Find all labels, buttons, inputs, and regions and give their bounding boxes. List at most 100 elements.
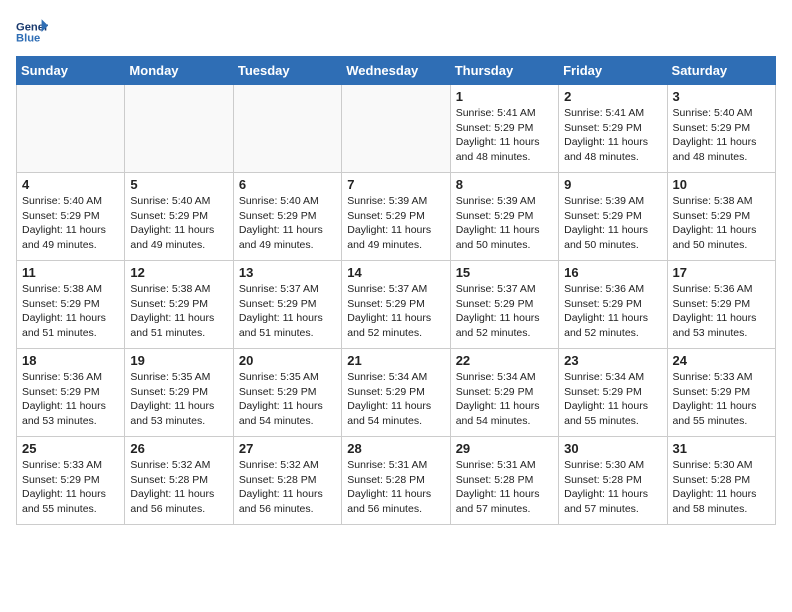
day-number: 14 bbox=[347, 265, 444, 280]
calendar-cell: 3 Sunrise: 5:40 AM Sunset: 5:29 PM Daylig… bbox=[667, 85, 775, 173]
calendar-cell: 11Sunrise: 5:38 AM Sunset: 5:29 PM Dayli… bbox=[17, 261, 125, 349]
calendar-cell bbox=[17, 85, 125, 173]
day-number: 20 bbox=[239, 353, 336, 368]
calendar-cell: 29Sunrise: 5:31 AM Sunset: 5:28 PM Dayli… bbox=[450, 437, 558, 525]
calendar-cell: 14 Sunrise: 5:37 AM Sunset: 5:29 PM Dayli… bbox=[342, 261, 450, 349]
cell-info: Sunrise: 5:33 AM Sunset: 5:29 PM Dayligh… bbox=[22, 458, 119, 517]
day-number: 28 bbox=[347, 441, 444, 456]
cell-info: Sunrise: 5:34 AM Sunset: 5:29 PM Dayligh… bbox=[347, 370, 444, 429]
weekday-header: Monday bbox=[125, 57, 233, 85]
day-number: 17 bbox=[673, 265, 770, 280]
day-number: 15 bbox=[456, 265, 553, 280]
calendar-cell: 25 Sunrise: 5:33 AM Sunset: 5:29 PM Dayli… bbox=[17, 437, 125, 525]
cell-info: Sunrise: 5:35 AM Sunset: 5:29 PM Dayligh… bbox=[130, 370, 227, 429]
calendar-cell: 23 Sunrise: 5:34 AM Sunset: 5:29 PM Dayli… bbox=[559, 349, 667, 437]
calendar-cell: 20 Sunrise: 5:35 AM Sunset: 5:29 PM Dayli… bbox=[233, 349, 341, 437]
cell-info: Sunrise: 5:30 AM Sunset: 5:28 PM Dayligh… bbox=[673, 458, 770, 517]
day-number: 30 bbox=[564, 441, 661, 456]
weekday-header: Sunday bbox=[17, 57, 125, 85]
calendar-cell: 31 Sunrise: 5:30 AM Sunset: 5:28 PM Dayli… bbox=[667, 437, 775, 525]
calendar-cell: 30 Sunrise: 5:30 AM Sunset: 5:28 PM Dayli… bbox=[559, 437, 667, 525]
svg-text:Blue: Blue bbox=[16, 33, 40, 45]
calendar-cell bbox=[125, 85, 233, 173]
calendar-cell: 8 Sunrise: 5:39 AM Sunset: 5:29 PM Daylig… bbox=[450, 173, 558, 261]
cell-info: Sunrise: 5:39 AM Sunset: 5:29 PM Dayligh… bbox=[564, 194, 661, 253]
day-number: 23 bbox=[564, 353, 661, 368]
cell-info: Sunrise: 5:39 AM Sunset: 5:29 PM Dayligh… bbox=[347, 194, 444, 253]
page-header: General Blue bbox=[16, 16, 776, 48]
calendar-cell: 18Sunrise: 5:36 AM Sunset: 5:29 PM Dayli… bbox=[17, 349, 125, 437]
calendar-week-row: 1 Sunrise: 5:41 AM Sunset: 5:29 PM Daylig… bbox=[17, 85, 776, 173]
weekday-header: Saturday bbox=[667, 57, 775, 85]
calendar-cell: 22 Sunrise: 5:34 AM Sunset: 5:29 PM Dayli… bbox=[450, 349, 558, 437]
cell-info: Sunrise: 5:34 AM Sunset: 5:29 PM Dayligh… bbox=[456, 370, 553, 429]
calendar-cell: 5 Sunrise: 5:40 AM Sunset: 5:29 PM Daylig… bbox=[125, 173, 233, 261]
calendar-cell: 10 Sunrise: 5:38 AM Sunset: 5:29 PM Dayli… bbox=[667, 173, 775, 261]
day-number: 27 bbox=[239, 441, 336, 456]
day-number: 3 bbox=[673, 89, 770, 104]
day-number: 7 bbox=[347, 177, 444, 192]
day-number: 8 bbox=[456, 177, 553, 192]
day-number: 22 bbox=[456, 353, 553, 368]
calendar-cell: 19 Sunrise: 5:35 AM Sunset: 5:29 PM Dayli… bbox=[125, 349, 233, 437]
cell-info: Sunrise: 5:35 AM Sunset: 5:29 PM Dayligh… bbox=[239, 370, 336, 429]
calendar-cell: 16 Sunrise: 5:36 AM Sunset: 5:29 PM Dayli… bbox=[559, 261, 667, 349]
logo-icon: General Blue bbox=[16, 16, 48, 48]
weekday-header: Friday bbox=[559, 57, 667, 85]
logo: General Blue bbox=[16, 16, 48, 48]
day-number: 1 bbox=[456, 89, 553, 104]
cell-info: Sunrise: 5:41 AM Sunset: 5:29 PM Dayligh… bbox=[456, 106, 553, 165]
cell-info: Sunrise: 5:37 AM Sunset: 5:29 PM Dayligh… bbox=[347, 282, 444, 341]
cell-info: Sunrise: 5:38 AM Sunset: 5:29 PM Dayligh… bbox=[22, 282, 119, 341]
day-number: 19 bbox=[130, 353, 227, 368]
calendar-cell bbox=[342, 85, 450, 173]
cell-info: Sunrise: 5:36 AM Sunset: 5:29 PM Dayligh… bbox=[564, 282, 661, 341]
calendar-cell: 1 Sunrise: 5:41 AM Sunset: 5:29 PM Daylig… bbox=[450, 85, 558, 173]
cell-info: Sunrise: 5:30 AM Sunset: 5:28 PM Dayligh… bbox=[564, 458, 661, 517]
calendar-cell: 6Sunrise: 5:40 AM Sunset: 5:29 PM Daylig… bbox=[233, 173, 341, 261]
cell-info: Sunrise: 5:40 AM Sunset: 5:29 PM Dayligh… bbox=[22, 194, 119, 253]
day-number: 13 bbox=[239, 265, 336, 280]
calendar-cell: 4 Sunrise: 5:40 AM Sunset: 5:29 PM Daylig… bbox=[17, 173, 125, 261]
cell-info: Sunrise: 5:36 AM Sunset: 5:29 PM Dayligh… bbox=[673, 282, 770, 341]
day-number: 10 bbox=[673, 177, 770, 192]
day-number: 9 bbox=[564, 177, 661, 192]
day-number: 16 bbox=[564, 265, 661, 280]
cell-info: Sunrise: 5:33 AM Sunset: 5:29 PM Dayligh… bbox=[673, 370, 770, 429]
cell-info: Sunrise: 5:38 AM Sunset: 5:29 PM Dayligh… bbox=[673, 194, 770, 253]
cell-info: Sunrise: 5:39 AM Sunset: 5:29 PM Dayligh… bbox=[456, 194, 553, 253]
calendar-cell: 27 Sunrise: 5:32 AM Sunset: 5:28 PM Dayli… bbox=[233, 437, 341, 525]
calendar-cell: 9 Sunrise: 5:39 AM Sunset: 5:29 PM Daylig… bbox=[559, 173, 667, 261]
day-number: 5 bbox=[130, 177, 227, 192]
weekday-header: Wednesday bbox=[342, 57, 450, 85]
cell-info: Sunrise: 5:32 AM Sunset: 5:28 PM Dayligh… bbox=[130, 458, 227, 517]
day-number: 31 bbox=[673, 441, 770, 456]
cell-info: Sunrise: 5:40 AM Sunset: 5:29 PM Dayligh… bbox=[130, 194, 227, 253]
cell-info: Sunrise: 5:32 AM Sunset: 5:28 PM Dayligh… bbox=[239, 458, 336, 517]
weekday-header: Thursday bbox=[450, 57, 558, 85]
calendar-cell: 12Sunrise: 5:38 AM Sunset: 5:29 PM Dayli… bbox=[125, 261, 233, 349]
cell-info: Sunrise: 5:38 AM Sunset: 5:29 PM Dayligh… bbox=[130, 282, 227, 341]
calendar-cell: 24 Sunrise: 5:33 AM Sunset: 5:29 PM Dayli… bbox=[667, 349, 775, 437]
weekday-header: Tuesday bbox=[233, 57, 341, 85]
day-number: 21 bbox=[347, 353, 444, 368]
cell-info: Sunrise: 5:40 AM Sunset: 5:29 PM Dayligh… bbox=[673, 106, 770, 165]
calendar-cell: 2Sunrise: 5:41 AM Sunset: 5:29 PM Daylig… bbox=[559, 85, 667, 173]
calendar-cell: 28Sunrise: 5:31 AM Sunset: 5:28 PM Dayli… bbox=[342, 437, 450, 525]
calendar-week-row: 4 Sunrise: 5:40 AM Sunset: 5:29 PM Daylig… bbox=[17, 173, 776, 261]
cell-info: Sunrise: 5:40 AM Sunset: 5:29 PM Dayligh… bbox=[239, 194, 336, 253]
weekday-header-row: SundayMondayTuesdayWednesdayThursdayFrid… bbox=[17, 57, 776, 85]
day-number: 26 bbox=[130, 441, 227, 456]
calendar-table: SundayMondayTuesdayWednesdayThursdayFrid… bbox=[16, 56, 776, 525]
day-number: 24 bbox=[673, 353, 770, 368]
cell-info: Sunrise: 5:41 AM Sunset: 5:29 PM Dayligh… bbox=[564, 106, 661, 165]
day-number: 25 bbox=[22, 441, 119, 456]
calendar-cell: 21 Sunrise: 5:34 AM Sunset: 5:29 PM Dayli… bbox=[342, 349, 450, 437]
calendar-cell: 26 Sunrise: 5:32 AM Sunset: 5:28 PM Dayli… bbox=[125, 437, 233, 525]
cell-info: Sunrise: 5:34 AM Sunset: 5:29 PM Dayligh… bbox=[564, 370, 661, 429]
calendar-cell bbox=[233, 85, 341, 173]
calendar-body: 1 Sunrise: 5:41 AM Sunset: 5:29 PM Daylig… bbox=[17, 85, 776, 525]
day-number: 4 bbox=[22, 177, 119, 192]
cell-info: Sunrise: 5:37 AM Sunset: 5:29 PM Dayligh… bbox=[239, 282, 336, 341]
cell-info: Sunrise: 5:36 AM Sunset: 5:29 PM Dayligh… bbox=[22, 370, 119, 429]
